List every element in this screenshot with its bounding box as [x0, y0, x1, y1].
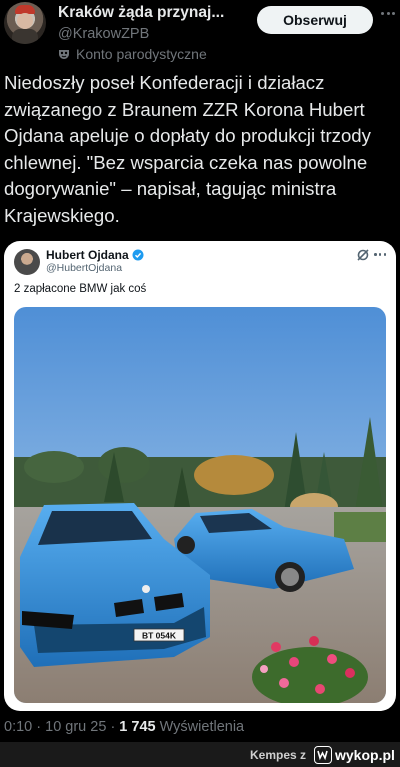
credit-text: Kempes z: [250, 748, 307, 762]
views-label: Wyświetlenia: [159, 719, 245, 735]
meta-separator: ·: [110, 719, 120, 735]
tweet-date[interactable]: 10 gru 25: [45, 719, 106, 735]
author-avatar[interactable]: [4, 2, 46, 44]
parody-mask-icon: [59, 50, 69, 59]
view-count: 1 745: [119, 719, 156, 735]
tweet-time[interactable]: 0:10: [4, 719, 32, 735]
verified-badge-icon: [132, 249, 144, 261]
parody-label: Konto parodystyczne: [58, 46, 207, 62]
follow-button[interactable]: Obserwuj: [257, 6, 373, 34]
tweet-meta: 0:10 · 10 gru 25 · 1 745 Wyświetlenia: [4, 719, 244, 735]
quoted-handle: @HubertOjdana: [46, 262, 123, 274]
bmw-photo[interactable]: BT 054K: [14, 307, 386, 703]
tweet-header: Kraków żąda przynaj... @KrakowZPB Konto …: [0, 0, 400, 70]
author-handle[interactable]: @KrakowZPB: [58, 26, 149, 42]
quoted-more-icon[interactable]: [374, 253, 386, 257]
wykop-wordmark: wykop.pl: [335, 746, 395, 763]
quoted-author-name: Hubert Ojdana: [46, 248, 129, 262]
quoted-tweet-card[interactable]: Hubert Ojdana @HubertOjdana 2 zapłacone …: [4, 241, 396, 711]
quoted-text: 2 zapłacone BMW jak coś: [14, 283, 147, 295]
parody-label-text: Konto parodystyczne: [76, 46, 207, 62]
meta-separator: ·: [36, 719, 46, 735]
grok-icon[interactable]: [356, 248, 370, 262]
wykop-logo: wykop.pl: [314, 745, 398, 764]
quoted-author: Hubert Ojdana: [46, 248, 144, 262]
more-icon[interactable]: [381, 12, 395, 18]
author-name[interactable]: Kraków żąda przynaj...: [58, 4, 248, 22]
photo-illustration: BT 054K: [14, 307, 386, 703]
license-plate: BT 054K: [142, 631, 177, 641]
wykop-logo-icon: [314, 745, 332, 764]
watermark-bar: Kempes z wykop.pl: [0, 742, 400, 767]
quoted-avatar: [14, 249, 40, 275]
post-text: Niedoszły poseł Konfederacji i działacz …: [4, 72, 371, 226]
